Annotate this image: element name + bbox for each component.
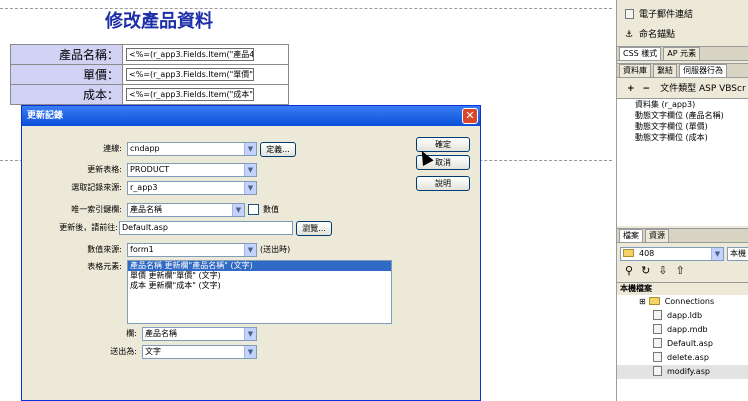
list-item[interactable]: 動態文字欄位 (產品名稱)	[617, 110, 748, 121]
table-row: 成本： <%=(r_app3.Fields.Item("成本"	[10, 84, 289, 105]
tab-ap-elements[interactable]: AP 元素	[663, 47, 701, 60]
plus-icon[interactable]: +	[627, 84, 635, 94]
form-elements-list[interactable]: 產品名稱 更新欄"產品名稱" (文字) 單價 更新欄"單價" (文字) 成本 更…	[127, 260, 392, 324]
connect-icon[interactable]: ⚲	[625, 264, 633, 277]
table-row: 產品名稱： <%=(r_app3.Fields.Item("產品4	[10, 44, 289, 65]
tab-databases[interactable]: 資料庫	[619, 64, 651, 77]
form-elements-label: 表格元素:	[87, 262, 122, 271]
table-label: 更新表格:	[87, 165, 122, 174]
anchor-icon: ⚓	[625, 30, 634, 40]
recordset-label: 選取記錄來源:	[71, 183, 122, 192]
file-row[interactable]: Default.asp	[617, 337, 748, 351]
connection-select[interactable]: cndapp ▼	[127, 142, 257, 156]
close-button[interactable]: ✕	[462, 108, 478, 124]
define-button[interactable]: 定義...	[260, 142, 296, 157]
chevron-down-icon: ▼	[244, 328, 256, 340]
list-item[interactable]: 成本 更新欄"成本" (文字)	[128, 281, 391, 291]
numeric-checkbox[interactable]	[248, 204, 259, 215]
folder-icon	[623, 249, 634, 257]
page-title: 修改產品資料	[105, 11, 213, 32]
file-row[interactable]: ⊞ Connections	[617, 295, 748, 309]
row-label: 單價：	[10, 64, 123, 85]
when-submitted-label: (送出時)	[260, 245, 291, 254]
file-row[interactable]: dapp.mdb	[617, 323, 748, 337]
row-label: 產品名稱：	[10, 44, 123, 65]
help-button[interactable]: 說明	[416, 176, 470, 191]
numeric-label: 數值	[263, 205, 279, 214]
file-icon	[653, 310, 662, 320]
expand-icon[interactable]: ⊞	[639, 297, 646, 306]
get-values-select[interactable]: form1 ▼	[127, 243, 257, 257]
div-border-top	[0, 8, 612, 9]
connection-label: 連線:	[103, 144, 122, 153]
chevron-down-icon: ▼	[244, 346, 256, 358]
chevron-down-icon: ▼	[244, 143, 256, 155]
form-table: 產品名稱： <%=(r_app3.Fields.Item("產品4 單價： <%…	[10, 44, 289, 105]
list-item[interactable]: 單價 更新欄"單價" (文字)	[128, 271, 391, 281]
chevron-down-icon: ▼	[232, 204, 244, 216]
tab-assets[interactable]: 資源	[645, 229, 669, 242]
put-icon[interactable]: ⇧	[676, 264, 685, 277]
files-tabbar: 檔案 資源	[617, 228, 748, 243]
dialog-title: 更新記錄	[22, 106, 480, 126]
site-select[interactable]: 408 ▼	[620, 247, 724, 261]
tab-bindings[interactable]: 繫結	[653, 64, 677, 77]
get-values-label: 數值來源:	[87, 245, 122, 254]
chevron-down-icon: ▼	[711, 248, 723, 260]
list-item[interactable]: 產品名稱 更新欄"產品名稱" (文字)	[128, 261, 391, 271]
submit-as-select[interactable]: 文字 ▼	[142, 345, 257, 359]
list-item[interactable]: 動態文字欄位 (成本)	[617, 132, 748, 143]
chevron-down-icon: ▼	[244, 182, 256, 194]
text-field[interactable]: <%=(r_app3.Fields.Item("單價"	[126, 68, 254, 81]
after-update-input[interactable]: Default.asp	[119, 221, 293, 235]
get-icon[interactable]: ⇩	[658, 264, 667, 277]
file-row[interactable]: dapp.ldb	[617, 309, 748, 323]
table-select[interactable]: PRODUCT ▼	[127, 163, 257, 177]
right-panel: 電子郵件連結 ⚓ 命名錨點 CSS 樣式 AP 元素 資料庫 繫結 伺服器行為 + − 文件…	[616, 0, 748, 401]
app-tabbar: 資料庫 繫結 伺服器行為	[617, 63, 748, 78]
list-item[interactable]: 動態文字欄位 (單價)	[617, 121, 748, 132]
update-record-dialog: 更新記錄 ✕ 連線: cndapp ▼ 定義... 更新表格: PRODUCT ▼ …	[21, 105, 481, 401]
list-item[interactable]: 資料集 (r_app3)	[617, 99, 748, 110]
minus-icon[interactable]: −	[643, 84, 651, 94]
insert-email-link[interactable]: 電子郵件連結	[617, 6, 748, 24]
table-row: 單價： <%=(r_app3.Fields.Item("單價"	[10, 64, 289, 85]
unique-key-label: 唯一索引鍵欄:	[71, 205, 122, 214]
css-tabbar: CSS 樣式 AP 元素	[617, 46, 748, 61]
file-row[interactable]: delete.asp	[617, 351, 748, 365]
row-label: 成本：	[10, 84, 123, 105]
local-files-header: 本機檔案	[617, 283, 748, 295]
unique-key-select[interactable]: 產品名稱 ▼	[127, 203, 245, 217]
email-icon	[625, 9, 634, 19]
view-select[interactable]: 本機	[727, 247, 748, 261]
server-behaviors-list: 資料集 (r_app3) 動態文字欄位 (產品名稱) 動態文字欄位 (單價) 動…	[617, 98, 748, 226]
behaviors-toolbar: + − 文件類型 ASP VBScr	[627, 84, 746, 94]
refresh-icon[interactable]: ↻	[641, 264, 650, 277]
submit-as-label: 送出為:	[110, 347, 137, 356]
text-field[interactable]: <%=(r_app3.Fields.Item("成本"	[126, 88, 254, 101]
file-icon	[653, 324, 662, 334]
file-row[interactable]: modify.asp	[617, 365, 748, 379]
browse-button[interactable]: 瀏覽...	[296, 221, 332, 236]
folder-icon	[648, 297, 660, 305]
tab-server-behaviors[interactable]: 伺服器行為	[679, 64, 727, 77]
recordset-select[interactable]: r_app3 ▼	[127, 181, 257, 195]
file-icon	[653, 338, 662, 348]
after-update-label: 更新後，請前往:	[59, 223, 118, 232]
files-toolbar: ⚲ ↻ ⇩ ⇧	[617, 262, 748, 280]
text-field[interactable]: <%=(r_app3.Fields.Item("產品4	[126, 48, 254, 61]
file-icon	[653, 352, 662, 362]
column-label: 欄:	[126, 329, 137, 338]
insert-named-anchor[interactable]: ⚓ 命名錨點	[617, 26, 748, 44]
tab-files[interactable]: 檔案	[619, 229, 643, 242]
chevron-down-icon: ▼	[244, 244, 256, 256]
column-select[interactable]: 產品名稱 ▼	[142, 327, 257, 341]
tab-css-styles[interactable]: CSS 樣式	[619, 47, 662, 60]
chevron-down-icon: ▼	[244, 164, 256, 176]
file-icon	[653, 366, 662, 376]
